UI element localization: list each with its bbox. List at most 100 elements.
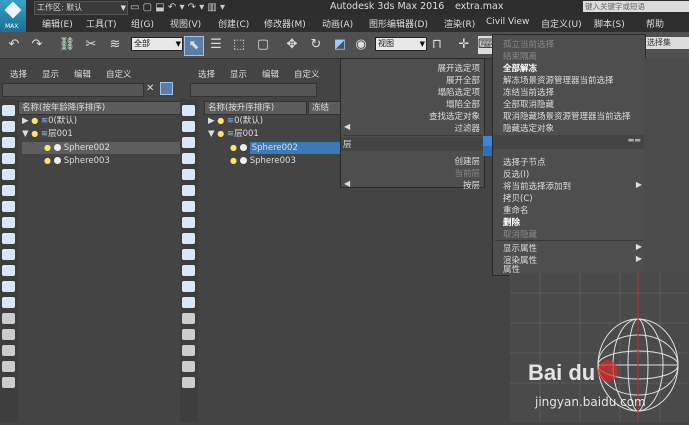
menu-by-layer[interactable]: 按层 xyxy=(463,179,480,191)
menu-modifiers[interactable]: 修改器(M) xyxy=(264,17,306,30)
layer-hierarchy-icon[interactable] xyxy=(2,361,15,372)
tab-select[interactable]: 选择 xyxy=(198,68,215,80)
tab-edit[interactable]: 编辑 xyxy=(262,68,279,80)
scale-icon[interactable]: ◩ xyxy=(331,36,349,54)
left-name-column-header[interactable]: 名称(按年龄降序排序) xyxy=(18,101,181,115)
display-bones-icon[interactable] xyxy=(182,249,195,260)
tab-display[interactable]: 显示 xyxy=(230,68,247,80)
collapse-arrow-icon[interactable]: ▼ xyxy=(22,129,29,139)
display-cameras-icon[interactable] xyxy=(2,169,15,180)
pivot-icon[interactable]: ⊓ xyxy=(428,36,446,54)
quick-access-icons[interactable]: ▭ ▢ ⬓ ↶ ▾ ↷ ▾ ▥ ▾ xyxy=(130,2,225,13)
menu-display-properties[interactable]: 显示属性 xyxy=(503,242,537,254)
tab-customize[interactable]: 自定义 xyxy=(294,68,320,80)
lightbulb-icon[interactable]: ● xyxy=(31,129,38,138)
redo-icon[interactable]: ↷ xyxy=(28,36,46,54)
menu-animation[interactable]: 动画(A) xyxy=(322,17,353,30)
display-children-icon[interactable] xyxy=(182,313,195,324)
display-helpers-icon[interactable] xyxy=(182,185,195,196)
selection-filter-select[interactable]: 全部 ▼ xyxy=(131,37,183,51)
workspace-select[interactable]: 工作区: 默认 ▼ xyxy=(34,1,128,15)
select-manipulate-icon[interactable]: ✛ xyxy=(455,36,473,54)
menu-rename[interactable]: 重命名 xyxy=(503,204,529,216)
place-icon[interactable]: ◉ xyxy=(352,36,370,54)
display-lights-icon[interactable] xyxy=(182,153,195,164)
menu-scripting[interactable]: 脚本(S) xyxy=(594,17,625,30)
menu-unfreeze-all[interactable]: 全部解冻 xyxy=(503,62,537,74)
tree-row-sphere003[interactable]: ● Sphere003 xyxy=(208,155,338,167)
menu-expand-all[interactable]: 展开全部 xyxy=(446,74,480,86)
menu-create[interactable]: 创建(C) xyxy=(218,17,249,30)
lightbulb-icon[interactable]: ● xyxy=(31,116,38,125)
menu-unhide[interactable]: 取消隐藏 xyxy=(503,228,537,240)
left-find-input[interactable] xyxy=(2,83,144,97)
menu-freeze-selection[interactable]: 冻结当前选择 xyxy=(503,86,554,98)
display-xrefs-icon[interactable] xyxy=(2,233,15,244)
menu-expand-selected[interactable]: 展开选定项 xyxy=(437,62,480,74)
tree-row-layer001[interactable]: ▼ ● ≋层001 xyxy=(22,128,177,140)
right-find-input[interactable] xyxy=(190,83,317,97)
menu-collapse-selected[interactable]: 塌陷选定项 xyxy=(437,86,480,98)
menu-customize[interactable]: 自定义(U) xyxy=(541,17,582,30)
menu-edit[interactable]: 编辑(E) xyxy=(42,17,73,30)
display-containers-icon[interactable] xyxy=(2,265,15,276)
lightbulb-icon[interactable]: ● xyxy=(217,116,224,125)
named-selection-set-input[interactable]: 选择集 xyxy=(645,37,689,49)
filter-icon[interactable] xyxy=(182,345,195,356)
reference-coordinate-select[interactable]: 视图 ▼ xyxy=(375,37,427,51)
display-children-icon[interactable] xyxy=(2,313,15,324)
collapse-arrow-icon[interactable]: ▼ xyxy=(208,129,215,139)
menu-civil-view[interactable]: Civil View xyxy=(486,17,529,27)
bind-space-warp-icon[interactable]: ≋ xyxy=(106,36,124,54)
display-hidden-icon[interactable] xyxy=(182,297,195,308)
display-influences-icon[interactable] xyxy=(2,329,15,340)
display-lights-icon[interactable] xyxy=(2,153,15,164)
search-input[interactable]: 键入关键字或短语 xyxy=(583,1,689,12)
rotate-icon[interactable]: ↻ xyxy=(307,36,325,54)
link-icon[interactable]: ⛓ xyxy=(58,36,76,54)
display-spacewarps-icon[interactable] xyxy=(182,201,195,212)
menu-help[interactable]: 帮助 xyxy=(646,17,664,30)
display-shapes-icon[interactable] xyxy=(182,137,195,148)
menu-create-layer[interactable]: 创建层 xyxy=(454,155,480,167)
display-groups-icon[interactable] xyxy=(2,217,15,228)
display-shapes-icon[interactable] xyxy=(2,137,15,148)
display-cameras-icon[interactable] xyxy=(182,169,195,180)
menu-unhide-all[interactable]: 全部取消隐藏 xyxy=(503,98,554,110)
display-containers-icon[interactable] xyxy=(182,265,195,276)
move-icon[interactable]: ✥ xyxy=(283,36,301,54)
menu-group[interactable]: 组(G) xyxy=(131,17,154,30)
tree-row-layer001[interactable]: ▼ ● ≋层001 xyxy=(208,128,338,140)
layer-hierarchy-icon[interactable] xyxy=(182,361,195,372)
tab-edit[interactable]: 编辑 xyxy=(74,68,91,80)
display-frozen-icon[interactable] xyxy=(182,281,195,292)
select-region-icon[interactable]: ⬚ xyxy=(230,36,248,54)
tree-row-layer0[interactable]: ▶ ● ≋0(默认) xyxy=(208,115,338,127)
menu-filters[interactable]: 过滤器 xyxy=(454,122,480,134)
display-helpers-icon[interactable] xyxy=(2,185,15,196)
tab-select[interactable]: 选择 xyxy=(10,68,27,80)
menu-graph-editors[interactable]: 图形编辑器(D) xyxy=(369,17,428,30)
tree-row-sphere002[interactable]: ● Sphere002 xyxy=(22,142,180,154)
lightbulb-icon[interactable]: ● xyxy=(217,129,224,138)
menu-unhide-explorer-selection[interactable]: 取消隐藏场景资源管理器当前选择 xyxy=(503,110,631,122)
menu-hide-selected[interactable]: 隐藏选定对象 xyxy=(503,122,554,134)
undo-icon[interactable]: ↶ xyxy=(5,36,23,54)
menu-unfreeze-explorer-selection[interactable]: 解冻场景资源管理器当前选择 xyxy=(503,74,614,86)
display-bones-icon[interactable] xyxy=(2,249,15,260)
filter-icon[interactable] xyxy=(2,345,15,356)
unlink-icon[interactable]: ✂ xyxy=(82,36,100,54)
menu-select-invert[interactable]: 反选(I) xyxy=(503,168,529,180)
menu-select-children[interactable]: 选择子节点 xyxy=(503,156,546,168)
display-geometry-icon[interactable] xyxy=(2,121,15,132)
menu-isolate-selection[interactable]: 孤立当前选择 xyxy=(503,38,554,50)
tree-row-sphere003[interactable]: ● Sphere003 xyxy=(22,155,177,167)
lightbulb-icon[interactable]: ● xyxy=(230,143,237,152)
select-object-icon[interactable]: ⬉ xyxy=(184,36,204,56)
display-all-icon[interactable] xyxy=(2,105,15,116)
menu-end-isolate[interactable]: 结束隔离 xyxy=(503,50,537,62)
display-geometry-icon[interactable] xyxy=(182,121,195,132)
display-xrefs-icon[interactable] xyxy=(182,233,195,244)
right-name-column-header[interactable]: 名称(按升序排序) xyxy=(204,101,307,115)
menu-rendering[interactable]: 渲染(R) xyxy=(444,17,475,30)
